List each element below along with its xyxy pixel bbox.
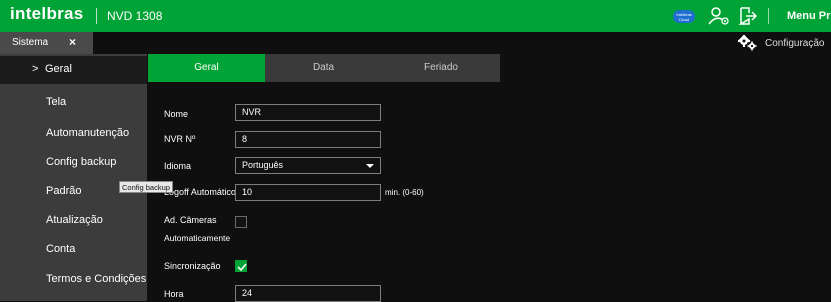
- tooltip: Config backup: [119, 181, 173, 193]
- configuracao-label: Configuração: [765, 38, 825, 49]
- header-divider: [96, 8, 97, 24]
- tab-data[interactable]: Data: [265, 54, 382, 82]
- tab-sistema-label: Sistema: [12, 37, 49, 48]
- logout-icon[interactable]: [737, 6, 758, 26]
- sidebar-item-config-backup[interactable]: Config backup: [0, 149, 147, 177]
- idioma-selected-value: Português: [242, 160, 284, 170]
- sidebar-item-label: Atualização: [46, 214, 103, 226]
- sidebar-item-label: Automanutenção: [46, 127, 130, 139]
- sidebar-item-geral[interactable]: > Geral: [0, 56, 147, 84]
- tab-sistema[interactable]: Sistema ×: [0, 32, 93, 54]
- sidebar-item-label: Termos e Condições: [46, 273, 147, 285]
- cloud-badge-label: Intelbras Cloud: [676, 12, 692, 22]
- logoff-hint: min. (0-60): [385, 188, 424, 197]
- idioma-select[interactable]: Português: [235, 157, 381, 174]
- user-settings-icon[interactable]: [708, 6, 730, 26]
- sidebar-item-label: Tela: [46, 96, 67, 108]
- tab-feriado[interactable]: Feriado: [382, 54, 500, 82]
- nvr-number-input[interactable]: 8: [235, 131, 381, 148]
- sidebar-item-label: Geral: [45, 63, 72, 75]
- sidebar-item-conta[interactable]: Conta: [0, 236, 147, 264]
- chevron-right-icon: >: [32, 63, 39, 75]
- cloud-icon[interactable]: Intelbras Cloud: [673, 10, 695, 23]
- dropdown-arrow-icon: [366, 164, 374, 168]
- idioma-label: Idioma: [164, 161, 192, 171]
- top-bar: intelbras NVD 1308 Intelbras Cloud Menu …: [0, 0, 831, 32]
- checkmark-icon: [237, 263, 247, 272]
- hora-input[interactable]: 24: [235, 285, 381, 302]
- nvr-number-label: NVR Nº: [164, 134, 196, 144]
- logoff-input[interactable]: 10: [235, 184, 381, 201]
- sincronizacao-label: Sincronização: [164, 261, 221, 271]
- main-content: Geral Data Feriado Nome NVR NVR Nº 8 Idi…: [147, 54, 831, 302]
- hora-label: Hora: [164, 289, 184, 299]
- sidebar-item-automanutencao[interactable]: Automanutenção: [0, 120, 147, 148]
- intelbras-logo: intelbras: [10, 4, 84, 23]
- ad-cameras-label: Ad. Câmeras: [164, 215, 217, 225]
- device-model: NVD 1308: [107, 9, 163, 23]
- sidebar: > Geral Tela Automanutenção Config backu…: [0, 54, 147, 301]
- ad-cameras-checkbox[interactable]: [235, 216, 247, 228]
- nome-input[interactable]: NVR: [235, 104, 381, 121]
- tab-bar: Sistema × Configuração: [0, 32, 831, 54]
- menu-principal-button[interactable]: Menu Principal: [787, 10, 831, 22]
- gears-icon: [737, 34, 758, 51]
- sidebar-item-tela[interactable]: Tela: [0, 89, 147, 117]
- ad-cameras-label-line2: Automaticamente: [164, 233, 231, 243]
- nome-label: Nome: [164, 109, 189, 119]
- logoff-label: Logoff Automático: [164, 187, 236, 197]
- tab-geral[interactable]: Geral: [148, 54, 265, 82]
- sidebar-item-atualizacao[interactable]: Atualização: [0, 207, 147, 235]
- sidebar-item-label: Conta: [46, 243, 76, 255]
- sidebar-item-label: Padrão: [46, 185, 82, 197]
- sidebar-item-label: Config backup: [46, 156, 117, 168]
- sidebar-item-termos[interactable]: Termos e Condições: [0, 266, 147, 294]
- close-icon[interactable]: ×: [69, 35, 76, 49]
- sincronizacao-checkbox[interactable]: [235, 260, 247, 272]
- header-divider-right: [768, 8, 769, 24]
